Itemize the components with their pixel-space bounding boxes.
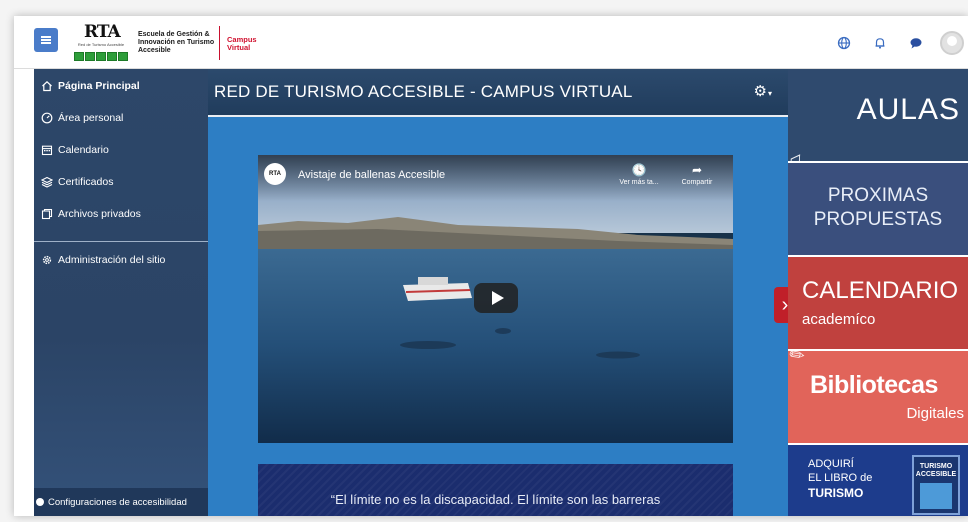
sidebar-divider	[34, 241, 222, 242]
buy-book-label-3: TURISMO	[808, 486, 864, 500]
globe-icon[interactable]	[830, 30, 858, 56]
digitales-label: Digitales	[906, 405, 964, 422]
school-name: Escuela de Gestión & Innovación en Turis…	[138, 31, 215, 54]
share-button[interactable]: ➦ Compartir	[672, 163, 722, 186]
left-sidebar: Página Principal Área personal Calendari…	[34, 69, 222, 516]
watch-later-button[interactable]: 🕓 Ver más ta...	[614, 163, 664, 186]
proximas-propuestas-tile[interactable]: PROXIMAS PROPUESTAS	[788, 163, 968, 255]
top-navbar: RTA Red de Turismo Accesible Escuela de …	[14, 16, 968, 69]
share-label: Compartir	[681, 179, 713, 186]
video-title[interactable]: Avistaje de ballenas Accesible	[298, 169, 445, 181]
sidebar-item-label: Archivos privados	[58, 208, 141, 220]
campus-label: Campus Virtual	[227, 35, 257, 52]
sidebar-item-certificates[interactable]: Certificados	[34, 167, 222, 197]
sidebar-item-label: Calendario	[58, 144, 109, 156]
sidebar-item-label: Administración del sitio	[58, 254, 166, 266]
propuestas-label: PROPUESTAS	[813, 209, 943, 230]
bibliotecas-tile[interactable]: Bibliotecas Digitales	[788, 351, 968, 443]
proximas-label: PROXIMAS	[827, 185, 929, 206]
aulas-label: AULAS	[856, 93, 960, 126]
accessibility-icon	[36, 498, 44, 506]
gear-icon: ⚙	[753, 83, 767, 100]
book-title: TURISMO ACCESIBLE	[915, 463, 957, 478]
book-cover-photo	[920, 483, 952, 509]
main-content: RED DE TURISMO ACCESIBLE - CAMPUS VIRTUA…	[208, 69, 788, 516]
gear-icon	[40, 253, 54, 267]
sidebar-item-personal-area[interactable]: Área personal	[34, 103, 222, 133]
screenshot-frame: RTA Red de Turismo Accesible Escuela de …	[0, 0, 968, 522]
chat-icon[interactable]	[902, 30, 930, 56]
logo-subtext: Red de Turismo Accesible	[77, 42, 125, 47]
home-icon	[40, 79, 54, 93]
logo-text: RTA	[84, 22, 121, 42]
page-settings-button[interactable]: ⚙▾	[754, 82, 772, 100]
browser-window: RTA Red de Turismo Accesible Escuela de …	[14, 16, 968, 516]
sidebar-item-private-files[interactable]: Archivos privados	[34, 199, 222, 229]
play-icon	[491, 291, 504, 305]
accessibility-settings-label: Configuraciones de accesibilidad	[48, 496, 187, 508]
buy-book-tile[interactable]: ADQUIRÍ EL LIBRO de TURISMO TURISMO ACCE…	[788, 445, 968, 516]
header-actions	[822, 30, 968, 56]
academico-label: academíco	[802, 311, 876, 328]
user-avatar[interactable]	[940, 31, 964, 55]
sidebar-item-site-admin[interactable]: Administración del sitio	[34, 245, 222, 275]
layers-icon	[40, 175, 54, 189]
calendario-tile[interactable]: CALENDARIO academíco	[788, 257, 968, 349]
bibliotecas-label: Bibliotecas	[810, 371, 938, 399]
sidebar-item-calendar[interactable]: Calendario	[34, 135, 222, 165]
quote-text: “El límite no es la discapacidad. El lím…	[330, 492, 661, 507]
sidebar-item-label: Página Principal	[58, 80, 140, 92]
buy-book-label-1: ADQUIRÍ	[808, 458, 854, 470]
calendario-label: CALENDARIO	[802, 277, 959, 304]
buy-book-label-2: EL LIBRO de	[808, 472, 873, 484]
accessibility-settings-link[interactable]: Configuraciones de accesibilidad	[34, 488, 222, 516]
right-panel: AULAS ▱ PROXIMAS PROPUESTAS CALENDARIO a…	[784, 69, 968, 516]
site-logo[interactable]: RTA Red de Turismo Accesible Escuela de …	[72, 22, 214, 64]
sidebar-item-home[interactable]: Página Principal	[34, 71, 222, 101]
clock-icon: 🕓	[631, 163, 647, 177]
hamburger-icon	[41, 36, 51, 44]
page-header: RED DE TURISMO ACCESIBLE - CAMPUS VIRTUA…	[208, 69, 788, 117]
files-icon	[40, 207, 54, 221]
share-icon: ➦	[691, 163, 703, 177]
watch-later-label: Ver más ta...	[619, 179, 659, 186]
logo-divider	[219, 26, 220, 60]
bell-icon[interactable]	[866, 30, 894, 56]
channel-avatar[interactable]: RTA	[264, 163, 286, 185]
dashboard-icon	[40, 111, 54, 125]
sidebar-item-label: Certificados	[58, 176, 114, 188]
quote-banner: “El límite no es la discapacidad. El lím…	[258, 464, 733, 516]
chevron-down-icon: ▾	[767, 89, 772, 98]
menu-toggle-button[interactable]	[34, 28, 58, 52]
video-player[interactable]: RTA Avistaje de ballenas Accesible 🕓 Ver…	[258, 155, 733, 443]
logo-blocks	[74, 52, 128, 61]
page-title: RED DE TURISMO ACCESIBLE - CAMPUS VIRTUA…	[214, 82, 633, 101]
calendar-icon	[40, 143, 54, 157]
sidebar-item-label: Área personal	[58, 112, 124, 124]
play-button[interactable]	[474, 283, 518, 313]
aulas-tile[interactable]: AULAS	[788, 69, 968, 161]
book-cover-image: TURISMO ACCESIBLE	[912, 455, 960, 515]
